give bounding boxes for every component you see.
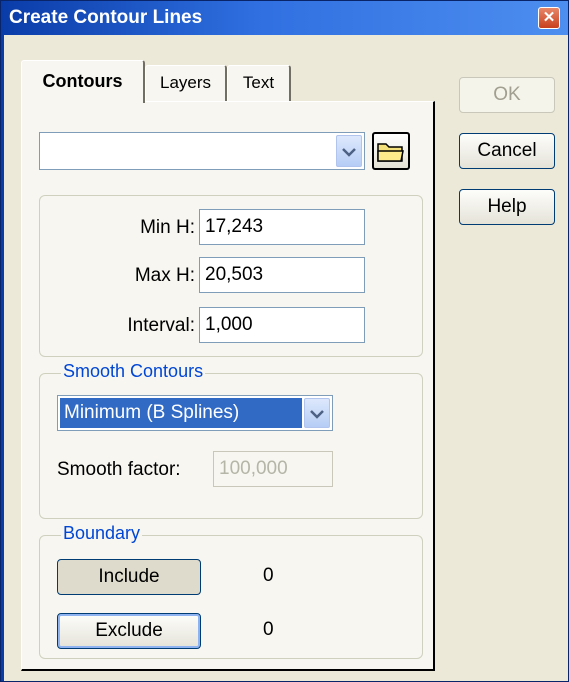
tab-contours[interactable]: Contours — [21, 60, 145, 103]
tab-contours-label: Contours — [42, 71, 123, 91]
smooth-method-select[interactable]: Minimum (B Splines) — [57, 395, 333, 431]
dialog-title: Create Contour Lines — [9, 7, 203, 28]
max-h-label: Max H: — [134, 265, 195, 286]
exclude-count: 0 — [263, 619, 274, 640]
dialog-window: Create Contour Lines ✕ Contours Layers T… — [0, 0, 569, 682]
ok-button[interactable]: OK — [459, 77, 555, 113]
smooth-factor-input[interactable]: 100,000 — [213, 451, 333, 487]
close-icon: ✕ — [542, 9, 556, 26]
include-count: 0 — [263, 565, 274, 586]
source-combo[interactable] — [39, 132, 365, 170]
tab-layers-label: Layers — [159, 73, 212, 92]
smooth-factor-label: Smooth factor: — [57, 459, 181, 480]
min-h-label: Min H: — [140, 217, 195, 238]
source-dropdown-button[interactable] — [336, 135, 362, 167]
tab-text-label: Text — [242, 73, 275, 92]
chevron-down-icon — [310, 410, 324, 419]
title-bar[interactable]: Create Contour Lines ✕ — [1, 1, 568, 35]
smooth-method-dropdown-button[interactable] — [304, 398, 330, 428]
include-button[interactable]: Include — [57, 559, 201, 595]
tab-layers[interactable]: Layers — [145, 65, 227, 101]
help-button[interactable]: Help — [459, 189, 555, 225]
interval-input[interactable]: 1,000 — [199, 307, 365, 343]
window-border — [1, 35, 4, 681]
close-button[interactable]: ✕ — [538, 7, 560, 29]
interval-label: Interval: — [127, 315, 195, 336]
cancel-button[interactable]: Cancel — [459, 133, 555, 169]
folder-icon — [377, 143, 404, 162]
boundary-label: Boundary — [61, 523, 143, 544]
browse-button[interactable] — [372, 132, 410, 170]
min-h-input[interactable]: 17,243 — [199, 209, 365, 245]
tab-text[interactable]: Text — [227, 65, 291, 101]
max-h-input[interactable]: 20,503 — [199, 257, 365, 293]
chevron-down-icon — [342, 148, 356, 157]
smooth-method-value: Minimum (B Splines) — [60, 398, 302, 428]
exclude-button[interactable]: Exclude — [57, 613, 201, 649]
smooth-contours-label: Smooth Contours — [61, 361, 206, 382]
